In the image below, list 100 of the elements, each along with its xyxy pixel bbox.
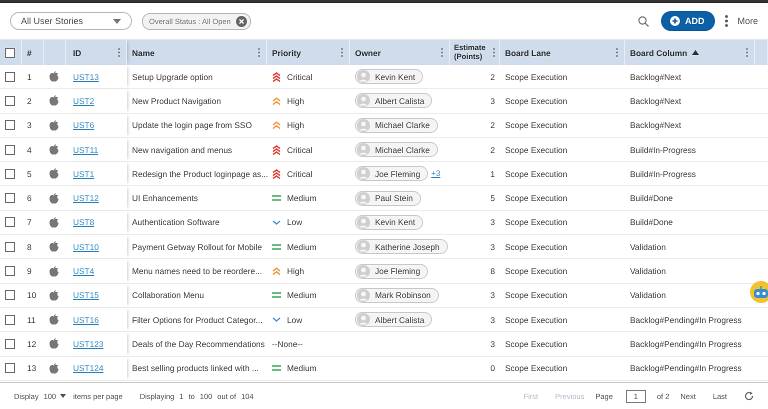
board-column: Build#In-Progress xyxy=(630,144,696,155)
column-header[interactable]: Name xyxy=(132,48,155,58)
row-checkbox[interactable] xyxy=(5,314,15,325)
row-checkbox[interactable] xyxy=(5,193,15,204)
robot-icon[interactable] xyxy=(750,281,768,303)
triple-chevron-up-icon xyxy=(272,72,281,82)
board-column: Backlog#Pending#In Progress xyxy=(630,314,742,325)
story-name: Filter Options for Product Categor... xyxy=(132,314,263,325)
story-id-link[interactable]: UST16 xyxy=(73,314,99,325)
clear-icon[interactable] xyxy=(236,16,247,26)
estimate-value: 1 xyxy=(490,168,495,179)
story-name: Authentication Software xyxy=(132,217,220,228)
sort-ascending-icon[interactable] xyxy=(692,50,700,55)
caret-icon xyxy=(60,394,66,398)
row-checkbox[interactable] xyxy=(5,72,15,82)
row-checkbox[interactable] xyxy=(5,338,15,349)
row-checkbox[interactable] xyxy=(5,168,15,179)
row-checkbox[interactable] xyxy=(5,242,15,252)
owner-chip[interactable]: Katherine Joseph xyxy=(355,239,448,254)
story-id-link[interactable]: UST123 xyxy=(73,338,104,349)
owner-chip[interactable]: Joe Fleming xyxy=(355,166,428,182)
board-lane: Scope Execution xyxy=(505,338,568,349)
double-chevron-up-icon xyxy=(272,121,281,130)
column-header[interactable]: # xyxy=(27,48,32,58)
estimate-value: 3 xyxy=(490,338,495,349)
board-lane: Scope Execution xyxy=(505,120,568,130)
avatar-icon xyxy=(357,192,370,205)
view-select[interactable]: All User Stories xyxy=(10,12,132,30)
owner-chip[interactable]: Michael Clarke xyxy=(355,118,438,133)
owner-chip[interactable]: Michael Clarke xyxy=(355,142,438,158)
row-checkbox[interactable] xyxy=(5,363,15,374)
story-icon xyxy=(49,314,59,326)
story-id-link[interactable]: UST8 xyxy=(73,217,94,228)
row-number: 3 xyxy=(27,120,32,130)
story-id-link[interactable]: UST12 xyxy=(73,193,99,204)
story-id-link[interactable]: UST124 xyxy=(73,363,104,374)
estimate-value: 3 xyxy=(490,242,495,252)
board-lane: Scope Execution xyxy=(505,72,568,82)
story-id-link[interactable]: UST11 xyxy=(73,144,98,155)
triple-chevron-up-icon xyxy=(272,168,281,179)
avatar-icon xyxy=(357,143,370,156)
owner-chip[interactable]: Kevin Kent xyxy=(355,214,424,230)
board-lane: Scope Execution xyxy=(505,168,568,179)
board-column: Validation xyxy=(630,266,666,276)
row-checkbox[interactable] xyxy=(5,217,15,228)
estimate-value: 5 xyxy=(490,193,495,204)
row-number: 12 xyxy=(27,338,36,349)
refresh-icon[interactable] xyxy=(744,391,754,401)
story-id-link[interactable]: UST6 xyxy=(73,120,94,130)
add-button[interactable]: ADD xyxy=(660,11,716,31)
search-icon[interactable] xyxy=(638,16,649,26)
equals-icon xyxy=(272,292,281,298)
row-checkbox[interactable] xyxy=(5,120,15,130)
board-lane: Scope Execution xyxy=(505,242,568,252)
owner-chip[interactable]: Albert Calista xyxy=(355,93,432,108)
triple-chevron-up-icon xyxy=(272,144,281,155)
row-number: 6 xyxy=(27,193,32,204)
column-header[interactable]: Board Lane xyxy=(505,48,551,58)
column-header[interactable]: Owner xyxy=(355,48,381,58)
story-icon xyxy=(49,241,59,252)
row-checkbox[interactable] xyxy=(5,144,15,155)
estimate-value: 3 xyxy=(490,96,495,106)
row-number: 11 xyxy=(27,314,36,325)
more-owners-link[interactable]: +3 xyxy=(431,169,440,178)
story-id-link[interactable]: UST13 xyxy=(73,72,99,82)
column-header[interactable]: Priority xyxy=(272,48,302,58)
board-column: Build#In-Progress xyxy=(630,168,696,179)
row-number: 13 xyxy=(27,363,36,374)
priority-label: Low xyxy=(287,217,302,228)
row-checkbox[interactable] xyxy=(5,96,15,106)
avatar-icon xyxy=(357,70,370,84)
row-checkbox[interactable] xyxy=(5,290,15,300)
story-id-link[interactable]: UST15 xyxy=(73,290,99,300)
board-column: Validation xyxy=(630,290,666,300)
owner-chip[interactable]: Paul Stein xyxy=(355,190,421,206)
owner-chip[interactable]: Albert Calista xyxy=(355,312,432,328)
story-name: New Product Navigation xyxy=(132,96,222,106)
row-checkbox[interactable] xyxy=(5,266,15,276)
owner-chip[interactable]: Mark Robinson xyxy=(355,288,439,303)
row-number: 8 xyxy=(27,242,32,252)
story-id-link[interactable]: UST4 xyxy=(73,266,94,276)
double-chevron-up-icon xyxy=(272,267,281,276)
story-id-link[interactable]: UST10 xyxy=(73,242,99,252)
board-lane: Scope Execution xyxy=(505,217,568,228)
board-column: Validation xyxy=(630,242,666,252)
owner-chip[interactable]: Joe Fleming xyxy=(355,264,428,279)
row-number: 10 xyxy=(27,290,36,300)
story-id-link[interactable]: UST1 xyxy=(73,168,94,179)
owner-chip[interactable]: Kevin Kent xyxy=(355,69,424,84)
row-number: 5 xyxy=(27,168,32,179)
select-all-checkbox[interactable] xyxy=(5,48,15,58)
row-number: 9 xyxy=(27,266,32,276)
story-id-link[interactable]: UST2 xyxy=(73,96,94,106)
more-button[interactable]: More xyxy=(725,15,758,27)
estimate-value: 3 xyxy=(490,290,495,300)
estimate-value: 3 xyxy=(490,217,495,228)
column-header[interactable]: Board Column xyxy=(630,48,688,58)
story-icon xyxy=(49,71,59,82)
board-lane: Scope Execution xyxy=(505,266,568,276)
column-header[interactable]: ID xyxy=(73,48,82,58)
